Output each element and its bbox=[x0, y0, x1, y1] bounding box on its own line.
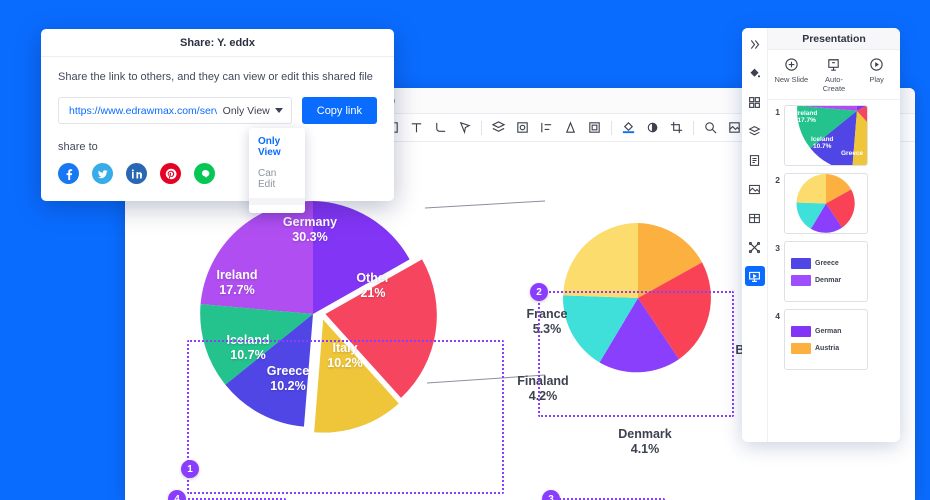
share-dialog-body: Share the link to others, and they can v… bbox=[41, 57, 394, 213]
slide-thumbnail[interactable]: Ireland 17.7% Iceland 10.7% Greece bbox=[784, 105, 868, 166]
legend-swatch bbox=[791, 325, 811, 337]
secondary-pie-chart[interactable] bbox=[563, 223, 713, 373]
selection-badge-3[interactable]: 3 bbox=[542, 490, 560, 500]
border-icon[interactable] bbox=[587, 120, 602, 135]
share-link-box[interactable]: https://www.edrawmax.com/server.. Only V… bbox=[58, 97, 292, 124]
thumb-value-iceland: 10.7% bbox=[812, 143, 832, 151]
line-icon[interactable] bbox=[194, 163, 215, 184]
social-share-row bbox=[58, 163, 377, 184]
menu-item-only-view[interactable]: Only View bbox=[249, 131, 305, 163]
legend-swatch bbox=[791, 274, 811, 286]
flip-icon[interactable] bbox=[563, 120, 578, 135]
pie2-label-denmark: Denmark 4.1% bbox=[618, 427, 672, 456]
connector-icon[interactable] bbox=[433, 120, 448, 135]
thumb-legend-item: German bbox=[785, 325, 867, 337]
share-description: Share the link to others, and they can v… bbox=[58, 71, 373, 83]
legend-swatch bbox=[791, 257, 811, 269]
legend-label: Austria bbox=[815, 344, 840, 352]
panel-body: Presentation New Slide Auto-Create Play … bbox=[768, 28, 900, 442]
presentation-icon[interactable] bbox=[744, 266, 765, 286]
presentation-panel: Presentation New Slide Auto-Create Play … bbox=[742, 28, 900, 442]
panel-rail bbox=[742, 28, 768, 442]
grid-icon[interactable] bbox=[745, 92, 765, 112]
share-dialog: Share: Y. eddx Share the link to others,… bbox=[41, 29, 394, 213]
slide-thumbnail[interactable]: Greece Denmar bbox=[784, 241, 868, 302]
thumb-label-iceland: Iceland bbox=[811, 136, 834, 143]
new-slide-button[interactable]: New Slide bbox=[771, 57, 811, 84]
slide-item[interactable]: 1 Ireland 17.7% Iceland 10.7% Greece bbox=[772, 105, 896, 166]
layers-icon[interactable] bbox=[491, 120, 506, 135]
plus-circle-icon bbox=[784, 57, 799, 72]
dropdown-footer bbox=[249, 198, 305, 205]
slide-number: 3 bbox=[775, 243, 780, 253]
expand-right-icon[interactable] bbox=[745, 34, 765, 54]
legend-label: Denmar bbox=[815, 276, 842, 284]
slide-number: 1 bbox=[775, 107, 780, 117]
menu-item-can-edit[interactable]: Can Edit bbox=[249, 163, 305, 195]
facebook-icon[interactable] bbox=[58, 163, 79, 184]
auto-create-icon bbox=[826, 57, 841, 72]
play-circle-icon bbox=[869, 57, 884, 72]
panel-title: Presentation bbox=[768, 28, 900, 50]
selection-badge-4[interactable]: 4 bbox=[168, 490, 186, 500]
panel-actions: New Slide Auto-Create Play bbox=[768, 50, 900, 100]
slide-item[interactable]: 2 bbox=[772, 173, 896, 234]
thumb-legend-item: Greece bbox=[785, 257, 867, 269]
legend-label: Greece bbox=[815, 259, 839, 267]
crop-icon[interactable] bbox=[669, 120, 684, 135]
pointer-icon[interactable] bbox=[457, 120, 472, 135]
shadow-icon[interactable] bbox=[645, 120, 660, 135]
permission-dropdown-menu[interactable]: Only View Can Edit bbox=[249, 128, 305, 213]
document-icon[interactable] bbox=[745, 150, 765, 170]
linkedin-icon[interactable] bbox=[126, 163, 147, 184]
slide-thumbnail[interactable]: German Austria bbox=[784, 309, 868, 370]
twitter-icon[interactable] bbox=[92, 163, 113, 184]
image-icon[interactable] bbox=[745, 179, 765, 199]
slide-item[interactable]: 4 German Austria bbox=[772, 309, 896, 370]
share-to-label: share to bbox=[58, 141, 98, 153]
thumb-legend-item: Denmar bbox=[785, 274, 867, 286]
layers-icon[interactable] bbox=[745, 121, 765, 141]
thumb-label-greece: Greece bbox=[841, 150, 864, 157]
slide-number: 4 bbox=[775, 311, 780, 321]
slide-number: 2 bbox=[775, 175, 780, 185]
legend-swatch bbox=[791, 342, 811, 354]
text-tool-icon[interactable] bbox=[409, 120, 424, 135]
toolbar-divider bbox=[481, 120, 482, 135]
play-button[interactable]: Play bbox=[857, 57, 897, 84]
fill-color-icon[interactable] bbox=[621, 120, 636, 135]
legend-label: German bbox=[815, 327, 842, 335]
frame-icon[interactable] bbox=[515, 120, 530, 135]
share-url-text[interactable]: https://www.edrawmax.com/server.. bbox=[69, 105, 217, 117]
play-label: Play bbox=[869, 75, 884, 84]
zoom-icon[interactable] bbox=[703, 120, 718, 135]
slide-item[interactable]: 3 Greece Denmar bbox=[772, 241, 896, 302]
align-icon[interactable] bbox=[539, 120, 554, 135]
slide-thumbnail[interactable] bbox=[784, 173, 868, 234]
main-pie-chart[interactable]: Germany 30.3% Other 21% Italy 10.2% Greece 1… bbox=[200, 201, 437, 433]
paint-bucket-icon[interactable] bbox=[745, 63, 765, 83]
selection-badge-1[interactable]: 1 bbox=[181, 460, 199, 478]
auto-create-label: Auto-Create bbox=[822, 75, 846, 93]
copy-link-button[interactable]: Copy link bbox=[301, 97, 377, 124]
thumb-legend-item: Austria bbox=[785, 342, 867, 354]
slide-list[interactable]: 1 Ireland 17.7% Iceland 10.7% Greece 2 3… bbox=[768, 100, 900, 442]
thumb-label-ireland: Ireland bbox=[796, 110, 818, 117]
screenshot-icon[interactable] bbox=[727, 120, 742, 135]
toolbar-divider bbox=[693, 120, 694, 135]
share-link-row: https://www.edrawmax.com/server.. Only V… bbox=[58, 97, 377, 213]
chevron-down-icon bbox=[274, 108, 283, 113]
shuffle-icon[interactable] bbox=[745, 237, 765, 257]
toolbar-divider bbox=[611, 120, 612, 135]
permission-dropdown-trigger[interactable]: Only View bbox=[223, 105, 283, 117]
share-dialog-title: Share: Y. eddx bbox=[41, 29, 394, 57]
new-slide-label: New Slide bbox=[774, 75, 809, 84]
thumb-value-ireland: 17.7% bbox=[797, 117, 816, 125]
permission-value: Only View bbox=[222, 104, 270, 117]
selection-badge-2[interactable]: 2 bbox=[530, 283, 548, 301]
pie2-label-finaland: Finaland 4.2% bbox=[517, 374, 569, 403]
table-icon[interactable] bbox=[745, 208, 765, 228]
pinterest-icon[interactable] bbox=[160, 163, 181, 184]
auto-create-button[interactable]: Auto-Create bbox=[814, 57, 854, 93]
